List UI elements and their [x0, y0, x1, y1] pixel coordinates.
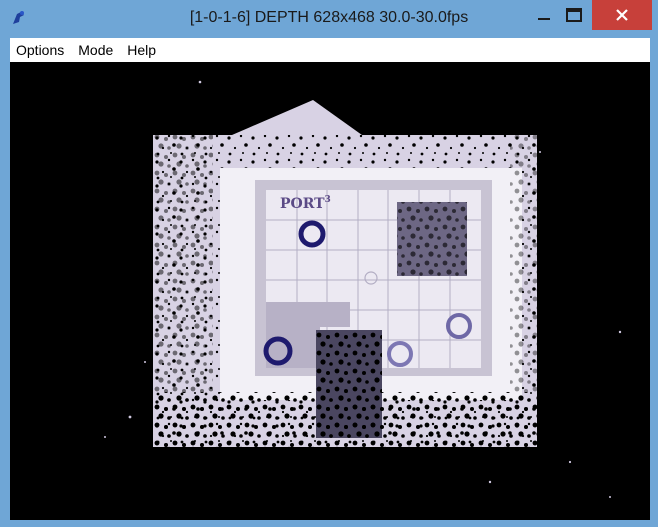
menu-bar: Options Mode Help	[10, 38, 650, 62]
window-border-left	[0, 38, 10, 527]
depth-image: PORT3	[104, 80, 622, 498]
window-border-right	[650, 38, 658, 527]
depth-view[interactable]: PORT3	[10, 62, 650, 520]
menu-options[interactable]: Options	[10, 38, 71, 62]
minimize-icon	[538, 18, 550, 20]
menu-mode[interactable]: Mode	[71, 38, 120, 62]
window-border-bottom	[0, 520, 658, 527]
maximize-button[interactable]	[556, 0, 592, 30]
title-bar[interactable]: [1-0-1-6] DEPTH 628x468 30.0-30.0fps	[0, 0, 658, 38]
menu-help[interactable]: Help	[120, 38, 163, 62]
sign-label: PORT3	[280, 195, 331, 212]
application-window: [1-0-1-6] DEPTH 628x468 30.0-30.0fps Opt…	[0, 0, 658, 527]
close-icon	[616, 9, 628, 21]
maximize-icon	[566, 8, 582, 22]
close-button[interactable]	[592, 0, 652, 30]
